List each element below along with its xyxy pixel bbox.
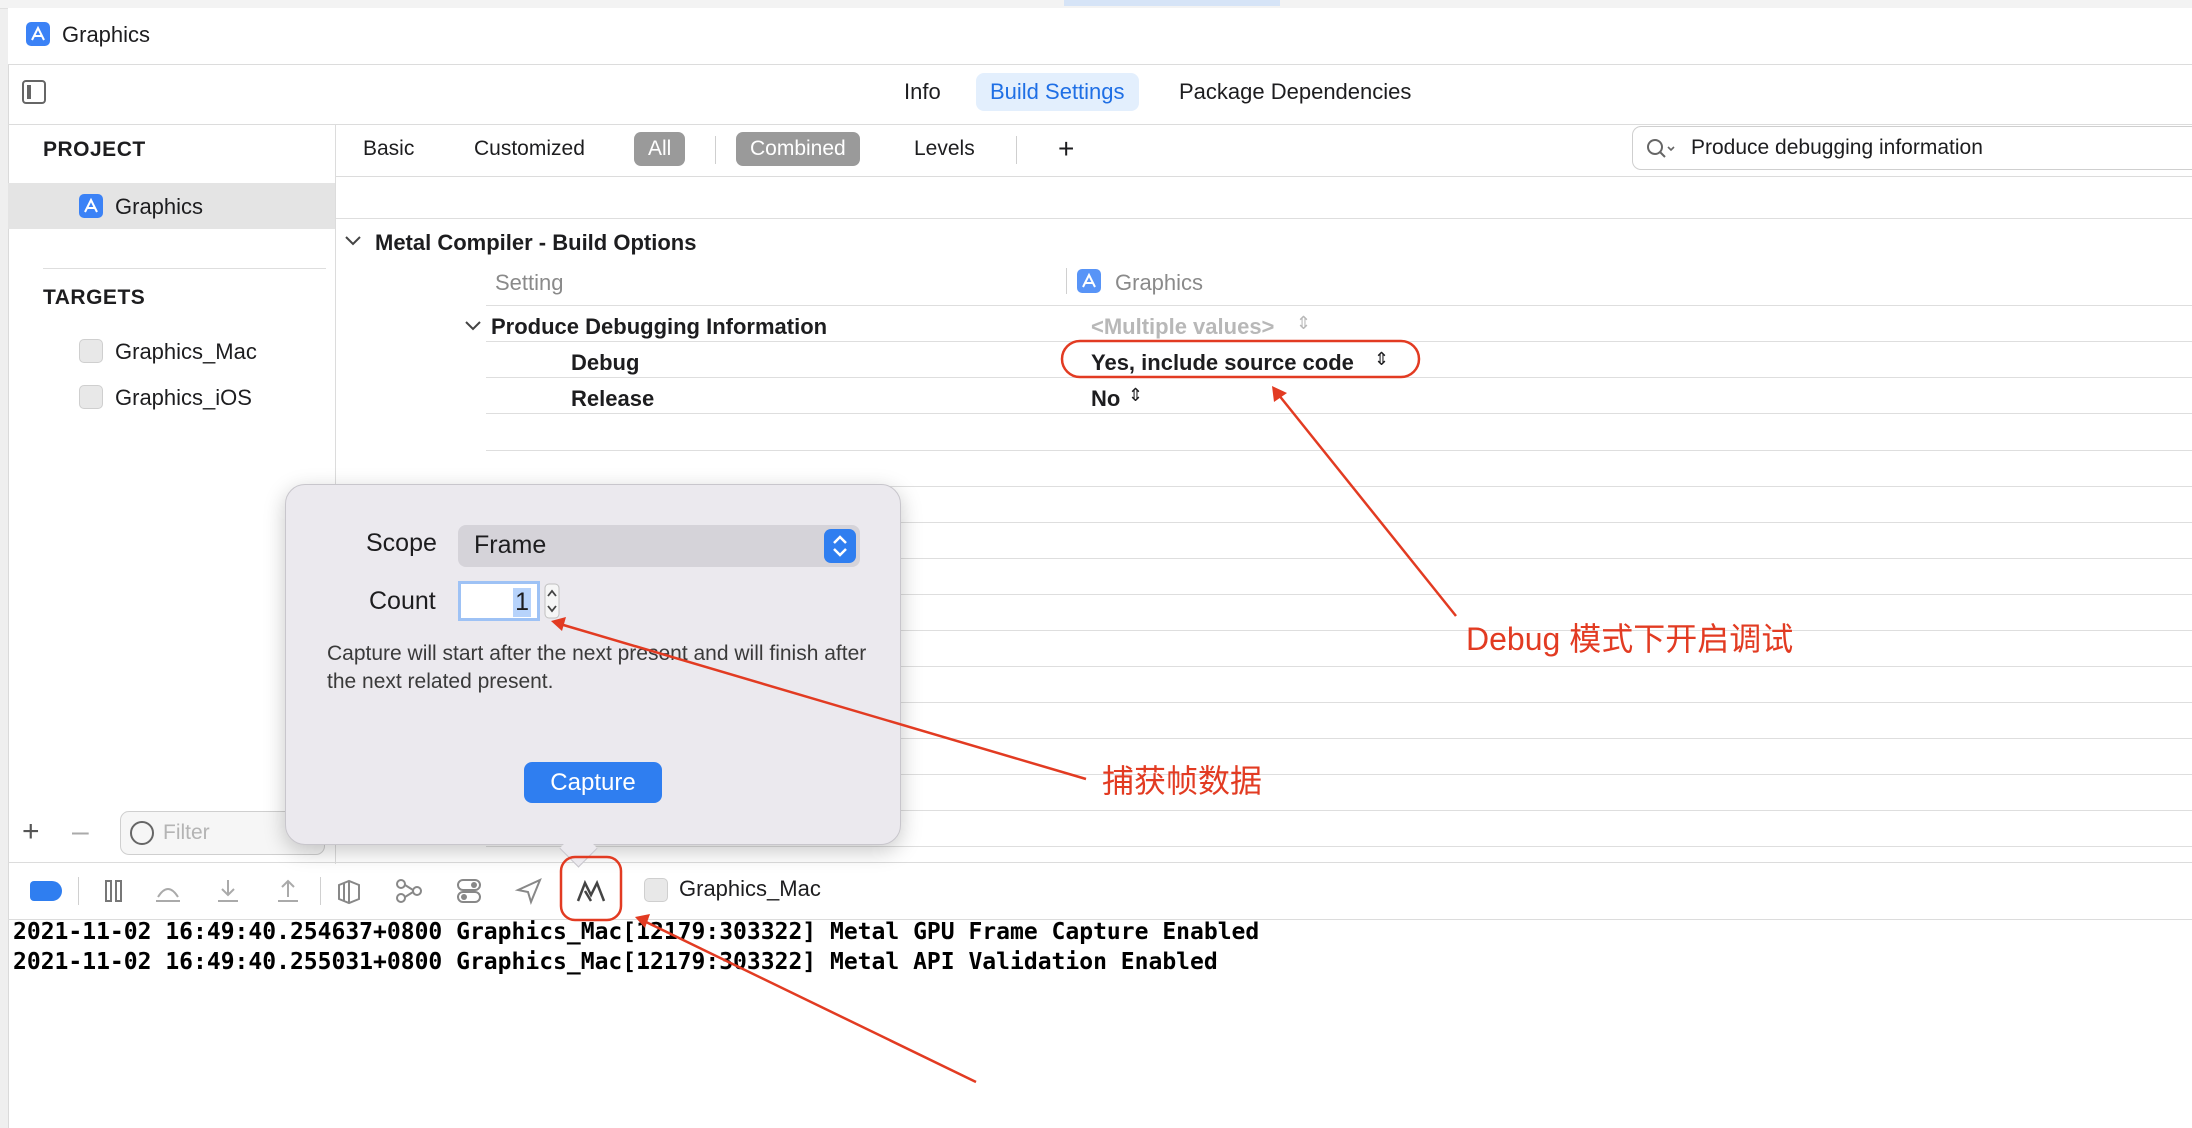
annotation-capture-note: 捕获帧数据 [1102, 763, 1263, 799]
annotation-arrow-capture [643, 919, 977, 1084]
arrowhead [1272, 386, 1287, 402]
arrowhead [635, 914, 650, 928]
arrowhead [551, 617, 566, 631]
annotation-ellipse-debug [1060, 339, 1421, 379]
annotation-arrow-debug [1277, 393, 1457, 617]
annotation-debug-note: Debug 模式下开启调试 [1466, 621, 1794, 657]
annotation-overlay [551, 339, 1457, 1084]
annotation-box-capture-icon [559, 855, 623, 922]
annotation-arrow-count [559, 622, 1087, 781]
